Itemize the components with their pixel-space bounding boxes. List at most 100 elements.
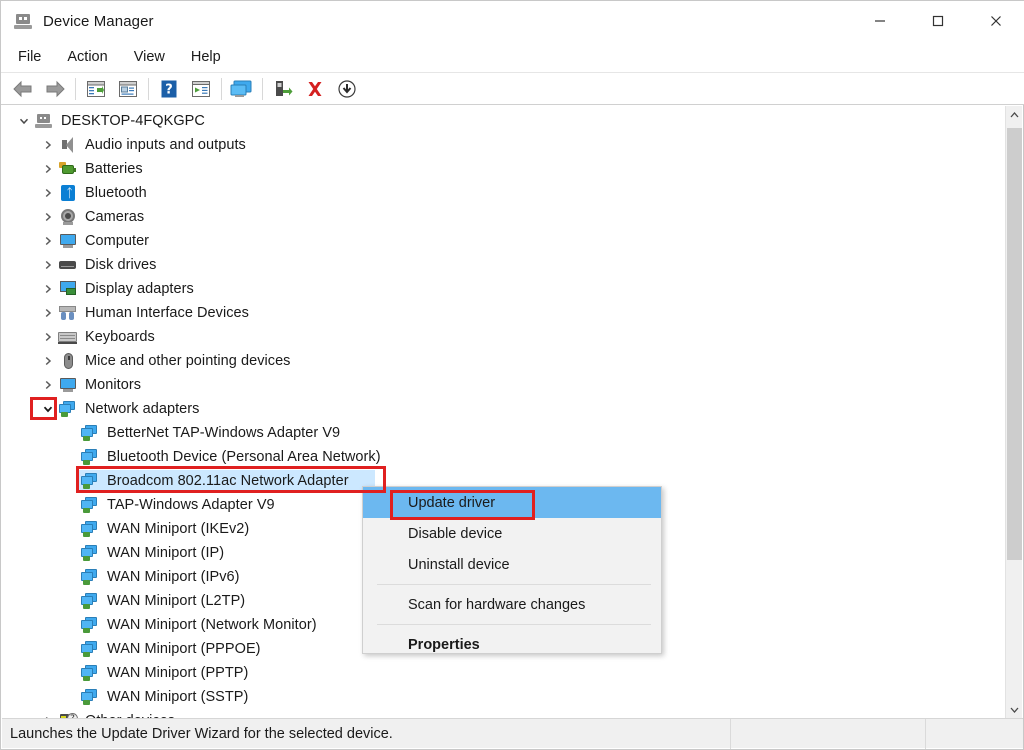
context-menu-item-disable-device[interactable]: Disable device bbox=[363, 518, 661, 549]
title-bar: Device Manager bbox=[1, 1, 1024, 41]
menu-view[interactable]: View bbox=[121, 41, 178, 73]
tree-node-label: WAN Miniport (L2TP) bbox=[107, 593, 245, 609]
chevron-right-icon[interactable] bbox=[38, 205, 58, 229]
toolbar: ? bbox=[1, 73, 1024, 105]
context-menu-item-uninstall-device[interactable]: Uninstall device bbox=[363, 549, 661, 580]
tree-node-hid[interactable]: Human Interface Devices bbox=[2, 301, 998, 325]
chevron-down-icon[interactable] bbox=[38, 397, 58, 421]
minimize-button[interactable] bbox=[851, 1, 909, 41]
tree-node-label: Computer bbox=[85, 233, 149, 249]
maximize-button[interactable] bbox=[909, 1, 967, 41]
scroll-up-icon[interactable] bbox=[1006, 106, 1023, 123]
forward-icon[interactable] bbox=[39, 74, 71, 104]
scrollbar-thumb[interactable] bbox=[1007, 128, 1022, 560]
tree-node-root[interactable]: DESKTOP-4FQKGPC bbox=[2, 109, 998, 133]
speaker-icon bbox=[58, 136, 78, 154]
tree-node-keyboards[interactable]: Keyboards bbox=[2, 325, 998, 349]
menu-file[interactable]: File bbox=[5, 41, 54, 73]
display-adapter-icon bbox=[58, 280, 78, 298]
mouse-icon bbox=[58, 352, 78, 370]
network-adapter-icon bbox=[80, 640, 100, 658]
update-driver-icon[interactable] bbox=[112, 74, 144, 104]
menu-action[interactable]: Action bbox=[54, 41, 120, 73]
tree-node-label: WAN Miniport (PPTP) bbox=[107, 665, 248, 681]
chevron-right-icon[interactable] bbox=[38, 373, 58, 397]
properties-icon[interactable] bbox=[80, 74, 112, 104]
show-hidden-icon[interactable] bbox=[185, 74, 217, 104]
tree-node-bluetooth-pan[interactable]: Bluetooth Device (Personal Area Network) bbox=[2, 445, 998, 469]
camera-icon bbox=[58, 208, 78, 226]
chevron-right-icon[interactable] bbox=[38, 133, 58, 157]
tree-node-label: Broadcom 802.11ac Network Adapter bbox=[107, 473, 349, 489]
network-adapter-icon bbox=[80, 568, 100, 586]
disk-icon bbox=[58, 256, 78, 274]
context-menu-item-properties[interactable]: Properties bbox=[363, 629, 661, 660]
monitor-icon bbox=[58, 232, 78, 250]
chevron-down-icon[interactable] bbox=[14, 109, 34, 133]
window-controls bbox=[851, 1, 1024, 41]
context-menu[interactable]: Update driver Disable device Uninstall d… bbox=[362, 486, 662, 654]
status-cell-3 bbox=[925, 719, 1023, 749]
toolbar-separator bbox=[221, 78, 222, 100]
enable-device-icon[interactable] bbox=[267, 74, 299, 104]
tree-node-display-adapters[interactable]: Display adapters bbox=[2, 277, 998, 301]
back-icon[interactable] bbox=[7, 74, 39, 104]
tree-node-batteries[interactable]: Batteries bbox=[2, 157, 998, 181]
device-manager-window: Device Manager File Action View Help bbox=[0, 0, 1024, 750]
tree-node-wan-sstp[interactable]: WAN Miniport (SSTP) bbox=[2, 685, 998, 709]
tree-node-wan-pptp[interactable]: WAN Miniport (PPTP) bbox=[2, 661, 998, 685]
network-adapter-icon bbox=[80, 544, 100, 562]
tree-node-label: WAN Miniport (IPv6) bbox=[107, 569, 240, 585]
tree-node-label: WAN Miniport (SSTP) bbox=[107, 689, 248, 705]
context-menu-item-update-driver[interactable]: Update driver bbox=[363, 487, 661, 518]
network-adapter-icon bbox=[80, 592, 100, 610]
status-cell-2 bbox=[730, 719, 925, 749]
tree-node-label: WAN Miniport (PPPOE) bbox=[107, 641, 261, 657]
tree-node-bluetooth[interactable]: ᛏ Bluetooth bbox=[2, 181, 998, 205]
network-adapter-icon bbox=[80, 688, 100, 706]
chevron-right-icon[interactable] bbox=[38, 349, 58, 373]
tree-node-other-devices[interactable]: ? Other devices bbox=[2, 709, 998, 718]
tree-node-label: Network adapters bbox=[85, 401, 199, 417]
status-bar: Launches the Update Driver Wizard for th… bbox=[2, 718, 1023, 748]
monitor-icon bbox=[58, 376, 78, 394]
menu-help[interactable]: Help bbox=[178, 41, 234, 73]
network-adapter-icon bbox=[80, 616, 100, 634]
chevron-right-icon[interactable] bbox=[38, 709, 58, 718]
tree-node-monitors[interactable]: Monitors bbox=[2, 373, 998, 397]
chevron-right-icon[interactable] bbox=[38, 253, 58, 277]
tree-node-label: Cameras bbox=[85, 209, 144, 225]
tree-node-label: WAN Miniport (Network Monitor) bbox=[107, 617, 317, 633]
device-manager-icon bbox=[13, 11, 33, 31]
window-title: Device Manager bbox=[43, 13, 154, 30]
tree-node-cameras[interactable]: Cameras bbox=[2, 205, 998, 229]
tree-node-label: Human Interface Devices bbox=[85, 305, 249, 321]
uninstall-device-icon[interactable] bbox=[299, 74, 331, 104]
help-icon[interactable]: ? bbox=[153, 74, 185, 104]
tree-node-disk-drives[interactable]: Disk drives bbox=[2, 253, 998, 277]
disable-device-icon[interactable] bbox=[331, 74, 363, 104]
chevron-right-icon[interactable] bbox=[38, 157, 58, 181]
chevron-right-icon[interactable] bbox=[38, 181, 58, 205]
menu-bar: File Action View Help bbox=[1, 41, 1024, 73]
network-adapter-icon bbox=[80, 472, 100, 490]
close-button[interactable] bbox=[967, 1, 1024, 41]
context-menu-item-scan-hardware[interactable]: Scan for hardware changes bbox=[363, 589, 661, 620]
tree-node-computer[interactable]: Computer bbox=[2, 229, 998, 253]
tree-node-label: WAN Miniport (IP) bbox=[107, 545, 224, 561]
chevron-right-icon[interactable] bbox=[38, 229, 58, 253]
chevron-right-icon[interactable] bbox=[38, 325, 58, 349]
tree-node-audio[interactable]: Audio inputs and outputs bbox=[2, 133, 998, 157]
chevron-right-icon[interactable] bbox=[38, 301, 58, 325]
network-adapter-icon bbox=[80, 520, 100, 538]
vertical-scrollbar[interactable] bbox=[1005, 106, 1022, 718]
scan-hardware-icon[interactable] bbox=[226, 74, 258, 104]
tree-node-label: Monitors bbox=[85, 377, 141, 393]
scroll-down-icon[interactable] bbox=[1006, 701, 1023, 718]
tree-node-network-adapters[interactable]: Network adapters bbox=[2, 397, 998, 421]
chevron-right-icon[interactable] bbox=[38, 277, 58, 301]
status-message: Launches the Update Driver Wizard for th… bbox=[2, 726, 730, 742]
tree-node-mice[interactable]: Mice and other pointing devices bbox=[2, 349, 998, 373]
keyboard-icon bbox=[58, 328, 78, 346]
tree-node-betternet-tap[interactable]: BetterNet TAP-Windows Adapter V9 bbox=[2, 421, 998, 445]
